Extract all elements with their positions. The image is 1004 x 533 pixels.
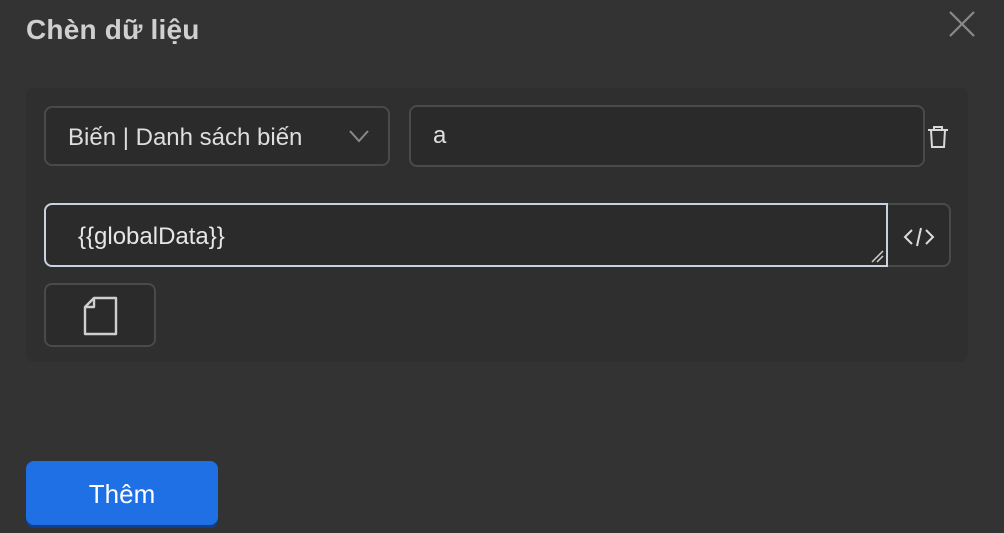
variable-name-input[interactable] bbox=[409, 105, 925, 167]
document-button[interactable] bbox=[44, 283, 156, 347]
variable-type-select[interactable]: Biến | Danh sách biến bbox=[44, 106, 390, 166]
value-text: {{globalData}} bbox=[78, 223, 225, 250]
insert-data-dialog: Chèn dữ liệu Biến | Danh sách biến {{glo… bbox=[0, 0, 1004, 533]
add-button[interactable]: Thêm bbox=[26, 461, 218, 525]
code-icon bbox=[903, 227, 935, 247]
code-toggle-button[interactable] bbox=[888, 203, 951, 267]
chevron-down-icon bbox=[348, 128, 370, 144]
resize-handle-icon[interactable] bbox=[870, 249, 884, 263]
variable-type-value: Biến | Danh sách biến bbox=[68, 124, 303, 151]
document-icon bbox=[83, 296, 118, 336]
trash-icon[interactable] bbox=[925, 124, 951, 150]
close-icon[interactable] bbox=[946, 8, 978, 40]
value-textarea[interactable]: {{globalData}} bbox=[44, 203, 888, 267]
dialog-title: Chèn dữ liệu bbox=[26, 14, 200, 45]
